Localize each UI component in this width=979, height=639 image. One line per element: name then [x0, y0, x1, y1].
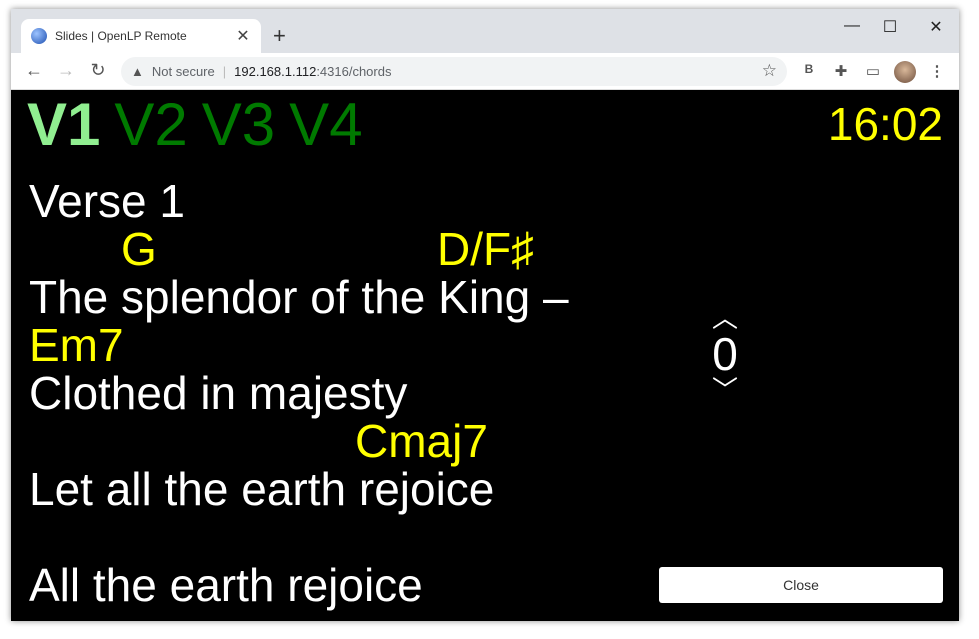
- address-bar[interactable]: ▲ Not secure | 192.168.1.112:4316/chords…: [121, 57, 787, 86]
- verse-tag-v3[interactable]: V3: [202, 91, 275, 158]
- tab-close-icon[interactable]: ✕: [235, 26, 251, 46]
- verse-heading: Verse 1: [29, 175, 185, 227]
- puzzle-extensions-icon[interactable]: ✚: [831, 62, 851, 80]
- bookmark-star-icon[interactable]: ☆: [762, 61, 777, 81]
- chord-cmaj7: Cmaj7: [355, 415, 488, 467]
- security-label[interactable]: Not secure: [152, 64, 215, 79]
- minimize-button[interactable]: —: [837, 17, 867, 35]
- browser-titlebar: Slides | OpenLP Remote ✕ + — ☐ ✕: [11, 9, 959, 53]
- transpose-down-chevron-icon[interactable]: ﹀: [695, 377, 755, 403]
- warning-triangle-icon[interactable]: ▲: [131, 64, 144, 79]
- back-button[interactable]: ←: [23, 60, 45, 81]
- transpose-control: ︿ 0 ﹀: [695, 305, 755, 403]
- maximize-button[interactable]: ☐: [875, 17, 905, 37]
- address-separator: |: [222, 64, 227, 79]
- close-button[interactable]: Close: [659, 567, 943, 603]
- transpose-up-chevron-icon[interactable]: ︿: [695, 305, 755, 331]
- lyric-line: Clothed in majesty: [29, 367, 408, 419]
- transpose-value: 0: [712, 328, 738, 380]
- lyrics-area: Verse 1 G D/F♯ The splendor of the King …: [29, 177, 669, 609]
- browser-toolbar: ← → ↻ ▲ Not secure | 192.168.1.112:4316/…: [11, 53, 959, 90]
- verse-tag-list: V1 V2 V3 V4: [27, 93, 377, 157]
- url-host[interactable]: 192.168.1.112: [234, 64, 316, 79]
- chord-line: G D/F♯: [29, 225, 669, 273]
- profile-avatar[interactable]: [894, 61, 916, 83]
- verse-tag-v1[interactable]: V1: [27, 91, 100, 158]
- new-tab-button[interactable]: +: [273, 25, 286, 47]
- openlp-favicon-icon: [31, 28, 47, 44]
- chord-line: Cmaj7: [29, 417, 669, 465]
- lyric-line: All the earth rejoice: [29, 559, 423, 611]
- chord-g: G: [121, 223, 157, 275]
- chord-line: Em7: [29, 321, 669, 369]
- url-path[interactable]: :4316/chords: [316, 64, 391, 79]
- verse-tag-v2[interactable]: V2: [114, 91, 187, 158]
- verse-tag-v4[interactable]: V4: [289, 91, 362, 158]
- clock: 16:02: [827, 98, 943, 150]
- browser-tab[interactable]: Slides | OpenLP Remote ✕: [21, 19, 261, 53]
- kebab-menu-icon[interactable]: ⋮: [927, 62, 947, 80]
- lyric-line: Let all the earth rejoice: [29, 463, 495, 515]
- cast-icon[interactable]: ▭: [863, 62, 883, 80]
- lyric-line: The splendor of the King –: [29, 271, 569, 323]
- chord-d-f-sharp: D/F♯: [437, 223, 535, 275]
- close-window-button[interactable]: ✕: [921, 17, 951, 37]
- chords-view: V1 V2 V3 V4 16:02 Verse 1 G D/F♯ The splend…: [11, 91, 959, 621]
- browser-window: Slides | OpenLP Remote ✕ + — ☐ ✕ ← → ↻ ▲…: [11, 9, 959, 621]
- extension-b-icon[interactable]: B: [799, 62, 819, 76]
- tab-title: Slides | OpenLP Remote: [55, 29, 187, 43]
- forward-button[interactable]: →: [55, 60, 77, 81]
- chord-em7: Em7: [29, 319, 124, 371]
- reload-button[interactable]: ↻: [87, 60, 109, 81]
